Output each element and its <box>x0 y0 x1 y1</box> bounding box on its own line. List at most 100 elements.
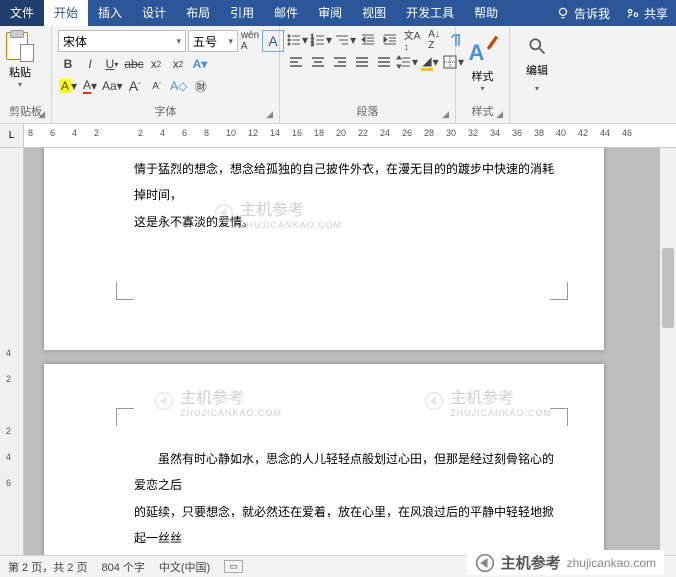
underline-button[interactable]: U ▾ <box>102 54 122 74</box>
line-spacing-icon <box>396 54 412 70</box>
align-justify-button[interactable] <box>352 52 372 72</box>
indent-icon <box>382 32 398 48</box>
menu-bar: 文件 开始 插入 设计 布局 引用 邮件 审阅 视图 开发工具 帮助 告诉我 共… <box>0 0 676 26</box>
share-button[interactable]: 共享 <box>618 5 676 22</box>
ruler-area: L 86422468101214161820222426283032343638… <box>0 124 676 148</box>
superscript-button[interactable]: x2 <box>168 54 188 74</box>
document-area[interactable]: 情于猛烈的想念，想念给孤独的自己披件外衣，在漫无目的的踱步中快速的消耗掉时间， … <box>24 148 660 555</box>
styles-launcher-icon[interactable]: ◢ <box>496 107 503 121</box>
vertical-ruler[interactable]: 42246 <box>0 148 24 555</box>
font-launcher-icon[interactable]: ◢ <box>266 107 273 121</box>
paragraph-launcher-icon[interactable]: ◢ <box>442 107 449 121</box>
lightbulb-icon <box>556 6 570 20</box>
ruler-corner[interactable]: L <box>0 124 24 147</box>
tell-me[interactable]: 告诉我 <box>548 5 618 22</box>
font-color-button[interactable]: A▾ <box>80 76 100 96</box>
status-extra-icon[interactable]: ▭ <box>224 560 243 573</box>
horizontal-ruler[interactable]: 8642246810121416182022242628303234363840… <box>24 124 676 147</box>
tab-developer[interactable]: 开发工具 <box>396 0 464 26</box>
subscript-button[interactable]: x2 <box>146 54 166 74</box>
font-name-select[interactable]: 宋体▾ <box>58 30 186 52</box>
margin-corner-icon <box>116 408 134 426</box>
bullets-icon <box>286 32 302 48</box>
group-font: 宋体▾ 五号▾ wénA A B I U ▾ abc x2 x2 A▾ A▾ A… <box>52 26 280 123</box>
font-size-select[interactable]: 五号▾ <box>188 30 238 52</box>
margin-corner-icon <box>550 408 568 426</box>
shading-button[interactable]: ◢▾ <box>420 52 440 72</box>
align-left-icon <box>288 54 304 70</box>
logo-icon <box>475 553 495 573</box>
paste-button[interactable]: 粘贴 ▾ <box>4 28 36 91</box>
styles-icon: A <box>467 32 499 68</box>
doc-line: 情于猛烈的想念，想念给孤独的自己披件外衣，在漫无目的的踱步中快速的消耗掉时间， <box>134 156 564 209</box>
vertical-scrollbar[interactable] <box>660 148 676 555</box>
tab-design[interactable]: 设计 <box>132 0 176 26</box>
scrollbar-thumb[interactable] <box>662 248 674 328</box>
status-page[interactable]: 第 2 页，共 2 页 <box>8 559 87 575</box>
multilevel-button[interactable]: ▾ <box>334 30 356 50</box>
watermark: 主机参考ZHUJICANKAO.COM <box>154 384 282 418</box>
margin-corner-icon <box>116 282 134 300</box>
shrink-font-button[interactable]: Aˇ <box>147 76 167 96</box>
multilevel-icon <box>334 32 350 48</box>
enclose-char-button[interactable]: ㊖ <box>191 76 211 96</box>
highlight-button[interactable]: A▾ <box>58 76 78 96</box>
tab-view[interactable]: 视图 <box>352 0 396 26</box>
group-editing: 编辑▾ <box>510 26 564 123</box>
align-justify-icon <box>354 54 370 70</box>
footer-watermark: 主机参考 zhujicankao.com <box>467 550 664 575</box>
align-center-button[interactable] <box>308 52 328 72</box>
svg-text:3: 3 <box>311 42 314 48</box>
distribute-button[interactable] <box>374 52 394 72</box>
doc-line: 这是永不寡淡的爱情。 <box>134 209 564 235</box>
italic-button[interactable]: I <box>80 54 100 74</box>
tab-file[interactable]: 文件 <box>0 0 44 26</box>
align-right-icon <box>332 54 348 70</box>
bullets-button[interactable]: ▾ <box>286 30 308 50</box>
align-left-button[interactable] <box>286 52 306 72</box>
line-spacing-button[interactable]: ▾ <box>396 52 418 72</box>
tab-help[interactable]: 帮助 <box>464 0 508 26</box>
decrease-indent-button[interactable] <box>358 30 378 50</box>
ribbon: 粘贴 ▾ 剪贴板◢ 宋体▾ 五号▾ wénA A B I U ▾ abc x2 … <box>0 26 676 124</box>
bucket-icon: ◢ <box>421 54 432 71</box>
tab-layout[interactable]: 布局 <box>176 0 220 26</box>
doc-line: 的延续，只要想念，就必然还在爱着，放在心里，在风浪过后的平静中轻轻地掀起一丝丝 <box>134 499 564 552</box>
increase-indent-button[interactable] <box>380 30 400 50</box>
text-effects-button[interactable]: A▾ <box>190 54 210 74</box>
outdent-icon <box>360 32 376 48</box>
page-2: 主机参考ZHUJICANKAO.COM 主机参考ZHUJICANKAO.COM … <box>44 364 604 555</box>
group-styles: A 样式▾ 样式◢ <box>456 26 510 123</box>
group-clipboard: 粘贴 ▾ 剪贴板◢ <box>0 26 52 123</box>
sort-button[interactable]: A↓Z <box>424 30 444 50</box>
search-icon <box>527 36 547 56</box>
margin-corner-icon <box>550 282 568 300</box>
numbering-button[interactable]: 123▾ <box>310 30 332 50</box>
align-right-button[interactable] <box>330 52 350 72</box>
distribute-icon <box>376 54 392 70</box>
numbering-icon: 123 <box>310 32 326 48</box>
share-icon <box>626 6 640 20</box>
grow-font-button[interactable]: Aˆ <box>125 76 145 96</box>
phonetic-guide-button[interactable]: wénA <box>240 31 260 51</box>
tab-home[interactable]: 开始 <box>44 0 88 26</box>
paste-icon <box>6 30 34 62</box>
tab-review[interactable]: 审阅 <box>308 0 352 26</box>
bold-button[interactable]: B <box>58 54 78 74</box>
status-words[interactable]: 804 个字 <box>101 559 144 575</box>
clear-format-button[interactable]: A◇ <box>169 76 189 96</box>
align-center-icon <box>310 54 326 70</box>
styles-button[interactable]: A 样式▾ <box>460 28 505 93</box>
clipboard-launcher-icon[interactable]: ◢ <box>38 107 45 121</box>
watermark: 主机参考ZHUJICANKAO.COM <box>424 384 552 418</box>
status-language[interactable]: 中文(中国) <box>159 559 210 575</box>
doc-line: 虽然有时心静如水，思念的人儿轻轻点般划过心田，但那是经过刻骨铭心的爱恋之后 <box>134 446 564 499</box>
tab-insert[interactable]: 插入 <box>88 0 132 26</box>
strikethrough-button[interactable]: abc <box>124 54 144 74</box>
change-case-button[interactable]: Aa▾ <box>102 76 123 96</box>
tab-mailings[interactable]: 邮件 <box>264 0 308 26</box>
tab-references[interactable]: 引用 <box>220 0 264 26</box>
editing-button[interactable]: 编辑▾ <box>514 28 560 93</box>
text-direction-button[interactable]: 文A↕ <box>402 30 422 50</box>
group-paragraph: ▾ 123▾ ▾ 文A↕ A↓Z ▾ ◢▾ ▾ 段落◢ <box>280 26 456 123</box>
